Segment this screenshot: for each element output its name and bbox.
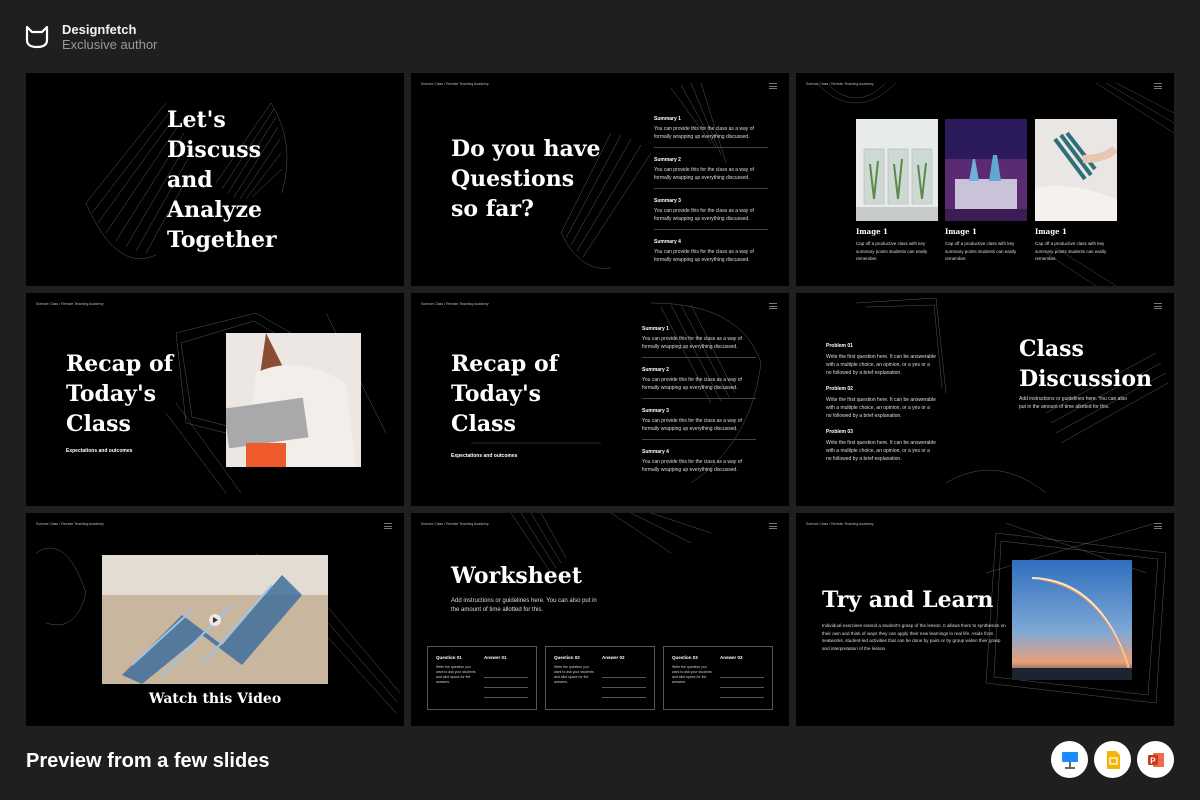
image-caption: Image 1 (1035, 227, 1067, 236)
question-box[interactable]: Question 03 Answer 03 Write the question … (663, 646, 773, 710)
slide-lets-discuss[interactable]: Let's Discuss and Analyze Together (26, 73, 404, 286)
slide-class-discussion[interactable]: Problem 01 Write the first question here.… (796, 293, 1174, 506)
lab-plants-image (856, 119, 938, 221)
svg-text:P: P (1150, 756, 1156, 765)
slide-body: Individual exercises extend a student's … (822, 623, 1006, 651)
question-box[interactable]: Question 02 Answer 02 Write the question … (545, 646, 655, 710)
menu-icon (1154, 303, 1162, 309)
footer-title: Preview from a few slides (26, 750, 270, 772)
slide-video[interactable]: Science Class / Remote Teaching Academy … (26, 513, 404, 726)
slide-recap-photo[interactable]: Science Class / Remote Teaching Academy … (26, 293, 404, 506)
menu-icon (1154, 523, 1162, 529)
image-caption: Image 1 (856, 227, 888, 236)
slide-questions[interactable]: Science Class / Remote Teaching Academy … (411, 73, 789, 286)
video-thumbnail[interactable] (102, 555, 328, 684)
lab-flasks-image (945, 119, 1027, 221)
slide-title: Recap of Today's Class (451, 351, 559, 437)
brand-header: Designfetch Exclusive author (24, 22, 157, 52)
designfetch-logo-icon (25, 25, 49, 49)
author-name[interactable]: Designfetch (62, 22, 157, 37)
summary-item: Summary 4 You can provide this for the cl… (642, 449, 742, 473)
image-description: Cap off a productive class with key summ… (856, 241, 928, 261)
image-description: Cap off a productive class with key summ… (945, 241, 1017, 261)
image-description: Cap off a productive class with key summ… (1035, 241, 1107, 261)
slide-subtitle: Add instructions or guidelines here. You… (1019, 396, 1127, 410)
slide-header: Science Class / Remote Teaching Academy (421, 82, 489, 86)
problem-item: Problem 01 Write the first question here.… (826, 343, 936, 376)
author-role: Exclusive author (62, 37, 158, 52)
slide-header: Science Class / Remote Teaching Academy (421, 522, 489, 526)
slide-title: Class Discussion (1019, 336, 1153, 392)
image-card: Image 1 Cap off a productive class with … (945, 119, 1027, 263)
image-card: Image 1 Cap off a productive class with … (1035, 119, 1117, 263)
rocket-launch-photo (1012, 560, 1132, 680)
video-caption: Watch this Video (148, 691, 282, 707)
problem-list: Problem 01 Write the first question here.… (826, 343, 936, 472)
summary-item: Summary 1 You can provide this for the cl… (642, 326, 756, 358)
summary-item: Summary 2 You can provide this for the cl… (642, 367, 756, 399)
slide-subtitle: Expectations and outcomes (451, 453, 518, 459)
menu-icon (769, 83, 777, 89)
slide-subtitle: Expectations and outcomes (66, 448, 133, 454)
brand-text: Designfetch Exclusive author (62, 22, 157, 52)
laptop-photo (226, 333, 361, 467)
slide-header: Science Class / Remote Teaching Academy (421, 302, 489, 306)
slides-grid: Let's Discuss and Analyze Together Science C… (26, 73, 1175, 727)
slide-recap-summary[interactable]: Science Class / Remote Teaching Academy … (411, 293, 789, 506)
problem-item: Problem 02 Write the first question here.… (826, 386, 936, 419)
test-tubes-image (1035, 119, 1117, 221)
slide-title: Let's Discuss and Analyze Together (167, 107, 277, 253)
google-slides-icon[interactable] (1094, 741, 1131, 778)
app-compatibility-icons: P (1051, 741, 1174, 778)
image-caption: Image 1 (945, 227, 977, 236)
summary-item: Summary 3 You can provide this for the cl… (654, 198, 768, 230)
menu-icon (384, 523, 392, 529)
problem-item: Problem 03 Write the first question here.… (826, 429, 936, 462)
menu-icon (769, 523, 777, 529)
slide-header: Science Class / Remote Teaching Academy (806, 82, 874, 86)
slide-worksheet[interactable]: Science Class / Remote Teaching Academy … (411, 513, 789, 726)
summary-item: Summary 2 You can provide this for the cl… (654, 157, 768, 189)
slide-header: Science Class / Remote Teaching Academy (36, 302, 104, 306)
summary-item: Summary 3 You can provide this for the cl… (642, 408, 756, 440)
slide-header: Science Class / Remote Teaching Academy (806, 522, 874, 526)
slide-title: Worksheet (451, 563, 582, 589)
slide-header: Science Class / Remote Teaching Academy (36, 522, 104, 526)
menu-icon (769, 303, 777, 309)
summary-list: Summary 1 You can provide this for the cl… (642, 326, 756, 489)
slide-subtitle: Add instructions or guidelines here. You… (451, 598, 597, 613)
slide-images[interactable]: Science Class / Remote Teaching Academy … (796, 73, 1174, 286)
image-card: Image 1 Cap off a productive class with … (856, 119, 938, 263)
summary-item: Summary 1 You can provide this for the cl… (654, 116, 768, 148)
summary-list: Summary 1 You can provide this for the cl… (654, 116, 768, 279)
powerpoint-icon[interactable]: P (1137, 741, 1174, 778)
slide-title: Recap of Today's Class (66, 351, 174, 437)
summary-item: Summary 4 You can provide this for the cl… (654, 239, 754, 263)
menu-icon (1154, 83, 1162, 89)
slide-title: Do you have Questions so far? (451, 136, 601, 222)
slide-title: Try and Learn (822, 587, 994, 613)
keynote-icon[interactable] (1051, 741, 1088, 778)
slide-try-and-learn[interactable]: Science Class / Remote Teaching Academy … (796, 513, 1174, 726)
question-box[interactable]: Question 01 Answer 01 Write the question … (427, 646, 537, 710)
